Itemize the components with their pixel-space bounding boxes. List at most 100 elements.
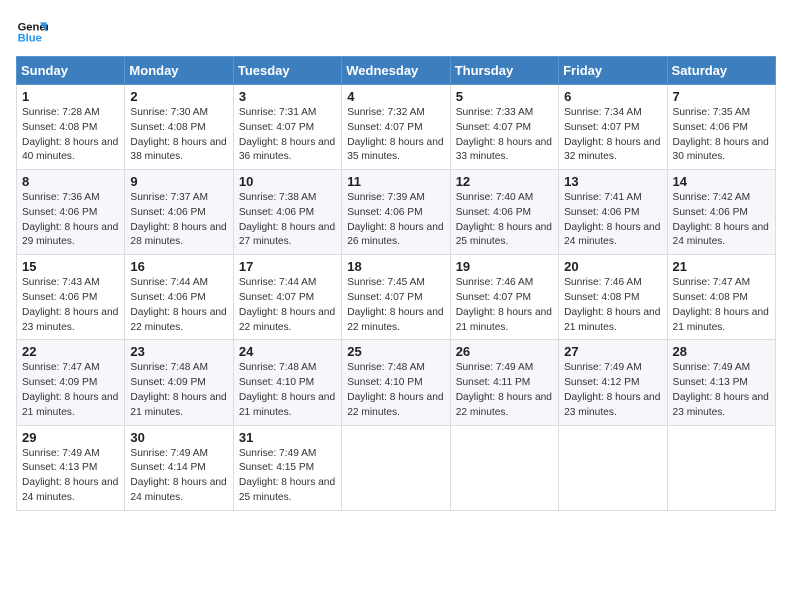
day-number: 17 xyxy=(239,259,336,274)
calendar-week-row: 22 Sunrise: 7:47 AMSunset: 4:09 PMDaylig… xyxy=(17,340,776,425)
calendar-day-cell: 29 Sunrise: 7:49 AMSunset: 4:13 PMDaylig… xyxy=(17,425,125,510)
day-number: 25 xyxy=(347,344,444,359)
day-info: Sunrise: 7:38 AMSunset: 4:06 PMDaylight:… xyxy=(239,191,336,250)
day-info: Sunrise: 7:35 AMSunset: 4:06 PMDaylight:… xyxy=(673,106,770,165)
calendar-day-cell: 21 Sunrise: 7:47 AMSunset: 4:08 PMDaylig… xyxy=(667,255,775,340)
day-info: Sunrise: 7:42 AMSunset: 4:06 PMDaylight:… xyxy=(673,191,770,250)
calendar-day-cell: 10 Sunrise: 7:38 AMSunset: 4:06 PMDaylig… xyxy=(233,170,341,255)
day-info: Sunrise: 7:31 AMSunset: 4:07 PMDaylight:… xyxy=(239,106,336,165)
calendar-week-row: 8 Sunrise: 7:36 AMSunset: 4:06 PMDayligh… xyxy=(17,170,776,255)
calendar-week-row: 1 Sunrise: 7:28 AMSunset: 4:08 PMDayligh… xyxy=(17,85,776,170)
day-number: 20 xyxy=(564,259,661,274)
calendar-day-cell: 8 Sunrise: 7:36 AMSunset: 4:06 PMDayligh… xyxy=(17,170,125,255)
day-info: Sunrise: 7:49 AMSunset: 4:11 PMDaylight:… xyxy=(456,361,553,420)
day-number: 8 xyxy=(22,174,119,189)
day-number: 6 xyxy=(564,89,661,104)
day-info: Sunrise: 7:49 AMSunset: 4:14 PMDaylight:… xyxy=(130,447,227,506)
calendar-day-cell: 27 Sunrise: 7:49 AMSunset: 4:12 PMDaylig… xyxy=(559,340,667,425)
calendar-day-cell: 28 Sunrise: 7:49 AMSunset: 4:13 PMDaylig… xyxy=(667,340,775,425)
day-number: 13 xyxy=(564,174,661,189)
calendar-day-cell: 5 Sunrise: 7:33 AMSunset: 4:07 PMDayligh… xyxy=(450,85,558,170)
day-number: 9 xyxy=(130,174,227,189)
day-number: 31 xyxy=(239,430,336,445)
calendar-day-cell xyxy=(559,425,667,510)
calendar-day-cell: 22 Sunrise: 7:47 AMSunset: 4:09 PMDaylig… xyxy=(17,340,125,425)
day-number: 16 xyxy=(130,259,227,274)
day-number: 28 xyxy=(673,344,770,359)
day-number: 5 xyxy=(456,89,553,104)
calendar-day-cell: 25 Sunrise: 7:48 AMSunset: 4:10 PMDaylig… xyxy=(342,340,450,425)
day-number: 4 xyxy=(347,89,444,104)
day-number: 3 xyxy=(239,89,336,104)
calendar-day-cell: 13 Sunrise: 7:41 AMSunset: 4:06 PMDaylig… xyxy=(559,170,667,255)
day-info: Sunrise: 7:34 AMSunset: 4:07 PMDaylight:… xyxy=(564,106,661,165)
day-info: Sunrise: 7:44 AMSunset: 4:07 PMDaylight:… xyxy=(239,276,336,335)
calendar-table: SundayMondayTuesdayWednesdayThursdayFrid… xyxy=(16,56,776,511)
day-info: Sunrise: 7:47 AMSunset: 4:08 PMDaylight:… xyxy=(673,276,770,335)
day-info: Sunrise: 7:49 AMSunset: 4:13 PMDaylight:… xyxy=(22,447,119,506)
day-number: 27 xyxy=(564,344,661,359)
calendar-day-cell: 6 Sunrise: 7:34 AMSunset: 4:07 PMDayligh… xyxy=(559,85,667,170)
day-info: Sunrise: 7:28 AMSunset: 4:08 PMDaylight:… xyxy=(22,106,119,165)
logo-icon: General Blue xyxy=(16,16,48,48)
calendar-day-cell: 12 Sunrise: 7:40 AMSunset: 4:06 PMDaylig… xyxy=(450,170,558,255)
logo: General Blue xyxy=(16,16,48,48)
weekday-label: Friday xyxy=(559,57,667,85)
calendar-day-cell: 9 Sunrise: 7:37 AMSunset: 4:06 PMDayligh… xyxy=(125,170,233,255)
svg-text:Blue: Blue xyxy=(18,33,42,45)
day-info: Sunrise: 7:30 AMSunset: 4:08 PMDaylight:… xyxy=(130,106,227,165)
day-info: Sunrise: 7:37 AMSunset: 4:06 PMDaylight:… xyxy=(130,191,227,250)
day-number: 30 xyxy=(130,430,227,445)
day-info: Sunrise: 7:45 AMSunset: 4:07 PMDaylight:… xyxy=(347,276,444,335)
day-info: Sunrise: 7:43 AMSunset: 4:06 PMDaylight:… xyxy=(22,276,119,335)
day-number: 22 xyxy=(22,344,119,359)
calendar-day-cell: 26 Sunrise: 7:49 AMSunset: 4:11 PMDaylig… xyxy=(450,340,558,425)
calendar-day-cell: 16 Sunrise: 7:44 AMSunset: 4:06 PMDaylig… xyxy=(125,255,233,340)
calendar-day-cell xyxy=(342,425,450,510)
weekday-label: Sunday xyxy=(17,57,125,85)
day-info: Sunrise: 7:33 AMSunset: 4:07 PMDaylight:… xyxy=(456,106,553,165)
day-number: 10 xyxy=(239,174,336,189)
calendar-day-cell: 2 Sunrise: 7:30 AMSunset: 4:08 PMDayligh… xyxy=(125,85,233,170)
calendar-day-cell: 17 Sunrise: 7:44 AMSunset: 4:07 PMDaylig… xyxy=(233,255,341,340)
calendar-day-cell: 30 Sunrise: 7:49 AMSunset: 4:14 PMDaylig… xyxy=(125,425,233,510)
calendar-day-cell: 20 Sunrise: 7:46 AMSunset: 4:08 PMDaylig… xyxy=(559,255,667,340)
day-info: Sunrise: 7:36 AMSunset: 4:06 PMDaylight:… xyxy=(22,191,119,250)
calendar-body: 1 Sunrise: 7:28 AMSunset: 4:08 PMDayligh… xyxy=(17,85,776,511)
day-number: 23 xyxy=(130,344,227,359)
calendar-day-cell: 18 Sunrise: 7:45 AMSunset: 4:07 PMDaylig… xyxy=(342,255,450,340)
day-number: 26 xyxy=(456,344,553,359)
day-info: Sunrise: 7:49 AMSunset: 4:13 PMDaylight:… xyxy=(673,361,770,420)
page-header: General Blue xyxy=(16,16,776,48)
day-number: 18 xyxy=(347,259,444,274)
day-info: Sunrise: 7:48 AMSunset: 4:09 PMDaylight:… xyxy=(130,361,227,420)
weekday-label: Wednesday xyxy=(342,57,450,85)
calendar-day-cell: 31 Sunrise: 7:49 AMSunset: 4:15 PMDaylig… xyxy=(233,425,341,510)
weekday-label: Tuesday xyxy=(233,57,341,85)
calendar-day-cell: 11 Sunrise: 7:39 AMSunset: 4:06 PMDaylig… xyxy=(342,170,450,255)
day-info: Sunrise: 7:49 AMSunset: 4:12 PMDaylight:… xyxy=(564,361,661,420)
day-number: 21 xyxy=(673,259,770,274)
day-number: 14 xyxy=(673,174,770,189)
day-number: 12 xyxy=(456,174,553,189)
day-info: Sunrise: 7:46 AMSunset: 4:08 PMDaylight:… xyxy=(564,276,661,335)
calendar-day-cell: 4 Sunrise: 7:32 AMSunset: 4:07 PMDayligh… xyxy=(342,85,450,170)
day-info: Sunrise: 7:40 AMSunset: 4:06 PMDaylight:… xyxy=(456,191,553,250)
day-number: 2 xyxy=(130,89,227,104)
weekday-label: Thursday xyxy=(450,57,558,85)
day-number: 7 xyxy=(673,89,770,104)
calendar-day-cell xyxy=(450,425,558,510)
calendar-week-row: 15 Sunrise: 7:43 AMSunset: 4:06 PMDaylig… xyxy=(17,255,776,340)
calendar-day-cell: 7 Sunrise: 7:35 AMSunset: 4:06 PMDayligh… xyxy=(667,85,775,170)
calendar-day-cell: 3 Sunrise: 7:31 AMSunset: 4:07 PMDayligh… xyxy=(233,85,341,170)
calendar-day-cell: 1 Sunrise: 7:28 AMSunset: 4:08 PMDayligh… xyxy=(17,85,125,170)
day-number: 19 xyxy=(456,259,553,274)
day-info: Sunrise: 7:47 AMSunset: 4:09 PMDaylight:… xyxy=(22,361,119,420)
calendar-day-cell: 14 Sunrise: 7:42 AMSunset: 4:06 PMDaylig… xyxy=(667,170,775,255)
day-info: Sunrise: 7:44 AMSunset: 4:06 PMDaylight:… xyxy=(130,276,227,335)
calendar-day-cell xyxy=(667,425,775,510)
day-info: Sunrise: 7:48 AMSunset: 4:10 PMDaylight:… xyxy=(347,361,444,420)
day-info: Sunrise: 7:32 AMSunset: 4:07 PMDaylight:… xyxy=(347,106,444,165)
calendar-week-row: 29 Sunrise: 7:49 AMSunset: 4:13 PMDaylig… xyxy=(17,425,776,510)
day-info: Sunrise: 7:41 AMSunset: 4:06 PMDaylight:… xyxy=(564,191,661,250)
